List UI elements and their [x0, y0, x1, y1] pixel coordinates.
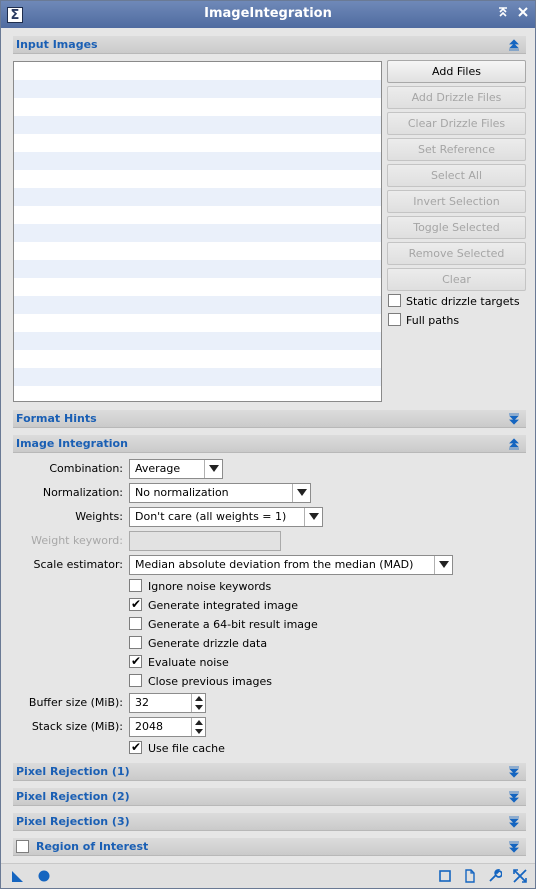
ignore-noise-keywords-checkbox[interactable]	[129, 579, 142, 592]
generate-integrated-image-label: Generate integrated image	[148, 599, 299, 612]
browse-documentation-icon[interactable]	[438, 869, 452, 883]
scale-estimator-value: Median absolute deviation from the media…	[135, 558, 414, 571]
collapse-arrow-icon[interactable]	[508, 438, 520, 450]
stack-size-spinbox[interactable]: 2048	[129, 717, 206, 737]
weight-keyword-field[interactable]	[129, 531, 281, 551]
stack-size-value: 2048	[135, 720, 163, 733]
evaluate-noise-checkbox[interactable]: ✔	[129, 654, 142, 668]
image-integration-window: Σ ImageIntegration Input Images Add File…	[0, 0, 536, 889]
add-drizzle-files-button[interactable]: Add Drizzle Files	[387, 86, 526, 109]
region-of-interest-checkbox[interactable]	[16, 840, 29, 853]
weight-keyword-label: Weight keyword:	[31, 534, 123, 547]
section-label: Input Images	[16, 38, 98, 51]
spin-up-icon[interactable]	[191, 718, 205, 727]
spin-down-icon[interactable]	[191, 727, 205, 736]
expand-arrow-icon[interactable]	[508, 766, 520, 778]
normalization-select[interactable]: No normalization	[129, 483, 311, 503]
weights-value: Don't care (all weights = 1)	[135, 510, 287, 523]
close-previous-images-checkbox[interactable]	[129, 674, 142, 687]
section-label: Region of Interest	[36, 840, 149, 853]
window-title: ImageIntegration	[204, 6, 332, 21]
static-drizzle-targets-checkbox[interactable]	[388, 294, 401, 307]
expand-arrow-icon[interactable]	[508, 816, 520, 828]
generate-drizzle-data-label: Generate drizzle data	[148, 637, 268, 650]
clear-drizzle-files-button[interactable]: Clear Drizzle Files	[387, 112, 526, 135]
combination-value: Average	[135, 462, 181, 475]
expand-arrow-icon[interactable]	[508, 791, 520, 803]
scale-estimator-label: Scale estimator:	[33, 558, 124, 571]
chevron-down-icon	[304, 508, 322, 526]
document-icon[interactable]	[463, 869, 477, 883]
section-label: Pixel Rejection (3)	[16, 815, 130, 828]
section-image-integration[interactable]: Image Integration	[13, 435, 526, 453]
buffer-size-spinbox[interactable]: 32	[129, 693, 206, 713]
section-label: Format Hints	[16, 412, 97, 425]
evaluate-noise-label: Evaluate noise	[148, 656, 229, 669]
check-icon: ✔	[131, 597, 142, 611]
stack-size-label: Stack size (MiB):	[31, 720, 123, 733]
section-label: Pixel Rejection (1)	[16, 765, 130, 778]
combination-label: Combination:	[49, 462, 123, 475]
generate-integrated-image-checkbox[interactable]: ✔	[129, 597, 142, 611]
input-images-list[interactable]	[13, 61, 382, 402]
full-paths-label: Full paths	[406, 314, 460, 327]
spin-up-icon[interactable]	[191, 694, 205, 703]
ignore-noise-keywords-label: Ignore noise keywords	[148, 580, 272, 593]
section-input-images[interactable]: Input Images	[13, 36, 526, 54]
check-icon: ✔	[131, 654, 142, 668]
invert-selection-button[interactable]: Invert Selection	[387, 190, 526, 213]
generate-drizzle-data-checkbox[interactable]	[129, 636, 142, 649]
section-label: Image Integration	[16, 437, 128, 450]
title-bar[interactable]: Σ ImageIntegration	[1, 1, 535, 28]
generate-64bit-label: Generate a 64-bit result image	[148, 618, 318, 631]
generate-64bit-checkbox[interactable]	[129, 617, 142, 630]
normalization-label: Normalization:	[42, 486, 123, 499]
toggle-selected-button[interactable]: Toggle Selected	[387, 216, 526, 239]
new-instance-icon[interactable]	[11, 869, 25, 883]
close-icon[interactable]	[515, 6, 531, 22]
reset-icon[interactable]	[513, 869, 527, 883]
collapse-arrow-icon[interactable]	[508, 39, 520, 51]
wrench-icon[interactable]	[488, 868, 503, 883]
clear-button[interactable]: Clear	[387, 268, 526, 291]
buffer-size-value: 32	[135, 696, 149, 709]
section-label: Pixel Rejection (2)	[16, 790, 130, 803]
chevron-down-icon	[434, 556, 452, 574]
section-pixel-rejection-2[interactable]: Pixel Rejection (2)	[13, 788, 526, 806]
section-pixel-rejection-1[interactable]: Pixel Rejection (1)	[13, 763, 526, 781]
weights-select[interactable]: Don't care (all weights = 1)	[129, 507, 323, 527]
weights-label: Weights:	[75, 510, 123, 523]
normalization-value: No normalization	[135, 486, 229, 499]
remove-selected-button[interactable]: Remove Selected	[387, 242, 526, 265]
section-pixel-rejection-3[interactable]: Pixel Rejection (3)	[13, 813, 526, 831]
bottom-toolbar	[1, 863, 535, 888]
shade-icon[interactable]	[495, 6, 511, 22]
use-file-cache-label: Use file cache	[148, 742, 225, 755]
chevron-down-icon	[292, 484, 310, 502]
select-all-button[interactable]: Select All	[387, 164, 526, 187]
use-file-cache-checkbox[interactable]: ✔	[129, 740, 142, 754]
expand-arrow-icon[interactable]	[508, 413, 520, 425]
full-paths-checkbox[interactable]	[388, 313, 401, 326]
section-region-of-interest[interactable]: Region of Interest	[13, 838, 526, 856]
static-drizzle-targets-label: Static drizzle targets	[406, 295, 520, 308]
spin-down-icon[interactable]	[191, 703, 205, 712]
close-previous-images-label: Close previous images	[148, 675, 272, 688]
set-reference-button[interactable]: Set Reference	[387, 138, 526, 161]
scale-estimator-select[interactable]: Median absolute deviation from the media…	[129, 555, 453, 575]
buffer-size-label: Buffer size (MiB):	[28, 696, 123, 709]
apply-global-icon[interactable]	[37, 869, 51, 883]
section-format-hints[interactable]: Format Hints	[13, 410, 526, 428]
chevron-down-icon	[204, 460, 222, 478]
combination-select[interactable]: Average	[129, 459, 223, 479]
add-files-button[interactable]: Add Files	[387, 60, 526, 83]
expand-arrow-icon[interactable]	[508, 841, 520, 853]
check-icon: ✔	[131, 740, 142, 754]
